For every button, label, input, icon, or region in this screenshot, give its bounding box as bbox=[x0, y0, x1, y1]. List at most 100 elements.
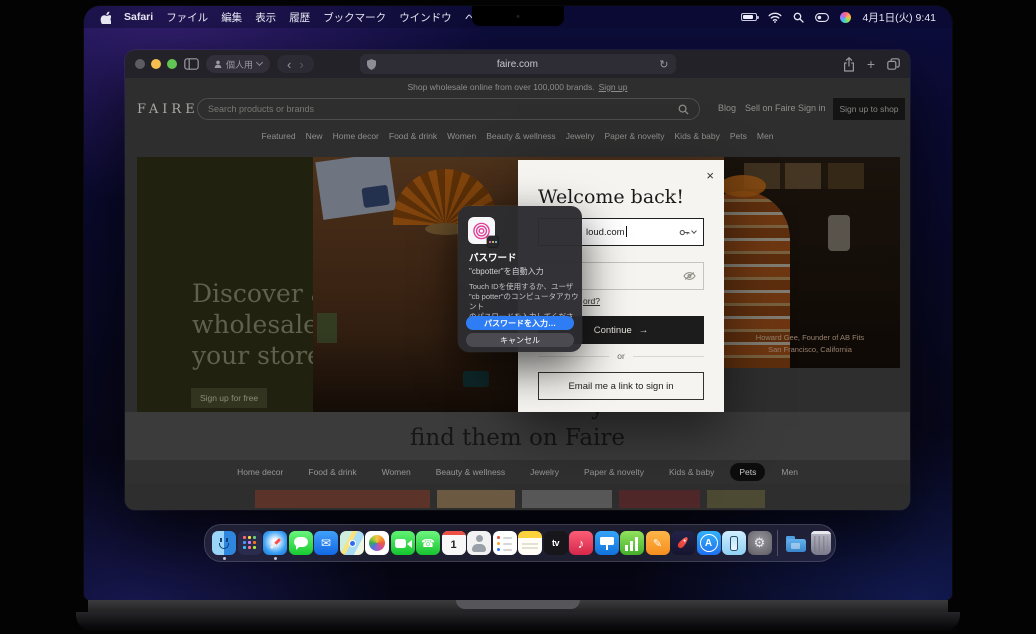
nav-paper-novelty[interactable]: Paper & novelty bbox=[605, 131, 665, 141]
passwords-key-icon[interactable] bbox=[679, 227, 690, 238]
dock-icon-pages[interactable]: ✎ bbox=[646, 531, 670, 555]
apple-menu-icon[interactable] bbox=[100, 11, 111, 24]
nav-jewelry[interactable]: Jewelry bbox=[566, 131, 595, 141]
nav-men[interactable]: Men bbox=[757, 131, 774, 141]
footer-pill-pets-active[interactable]: Pets bbox=[730, 463, 765, 481]
menu-item-file[interactable]: ファイル bbox=[166, 10, 208, 25]
dock-icon-tv[interactable]: tv bbox=[544, 531, 568, 555]
running-indicator-safari bbox=[274, 557, 277, 560]
dock-trash[interactable] bbox=[811, 531, 831, 555]
sign-up-for-free-button[interactable]: Sign up for free bbox=[191, 388, 267, 408]
menu-item-window[interactable]: ウインドウ bbox=[399, 10, 452, 25]
siri-icon[interactable] bbox=[840, 12, 851, 23]
menu-item-safari[interactable]: Safari bbox=[124, 11, 153, 23]
back-button[interactable]: ‹ bbox=[283, 58, 295, 71]
nav-kids-baby[interactable]: Kids & baby bbox=[675, 131, 720, 141]
dock-icon-notes[interactable] bbox=[518, 531, 542, 555]
dock-icon-mail[interactable]: ✉ bbox=[314, 531, 338, 555]
footer-pill-jewelry[interactable]: Jewelry bbox=[521, 463, 568, 481]
enter-password-button[interactable]: パスワードを入力… bbox=[466, 316, 574, 330]
nav-featured[interactable]: Featured bbox=[262, 131, 296, 141]
dock-icon-safari[interactable] bbox=[263, 531, 287, 555]
dock-icon-keynote[interactable] bbox=[595, 531, 619, 555]
dock-icon-maps[interactable] bbox=[340, 531, 364, 555]
reload-icon[interactable]: ↻ bbox=[659, 58, 668, 71]
menu-item-bookmarks[interactable]: ブックマーク bbox=[323, 10, 386, 25]
photo-caption-line2: San Francisco, California bbox=[724, 345, 896, 354]
banner-signup-link[interactable]: Sign up bbox=[599, 82, 628, 92]
sign-up-to-shop-button[interactable]: Sign up to shop bbox=[833, 98, 905, 120]
hero-photo-founder: Howard Gee, Founder of AB Fits San Franc… bbox=[724, 157, 900, 368]
dock-icon-finder[interactable] bbox=[212, 531, 236, 555]
dock-icon-apps-launchpad[interactable] bbox=[238, 531, 262, 555]
nav-women[interactable]: Women bbox=[447, 131, 476, 141]
footer-pill-paper-novelty[interactable]: Paper & novelty bbox=[575, 463, 653, 481]
chevron-down-icon[interactable] bbox=[691, 228, 697, 234]
hero-heading-line3: your store. bbox=[192, 341, 313, 370]
announcement-banner: Shop wholesale online from over 100,000 … bbox=[125, 78, 910, 95]
faire-logo[interactable]: FAIRE bbox=[137, 102, 199, 117]
dock-icon-app-store[interactable]: A bbox=[697, 531, 721, 555]
zoom-window-button[interactable] bbox=[167, 59, 177, 69]
email-link-button[interactable]: Email me a link to sign in bbox=[538, 372, 704, 400]
battery-icon[interactable] bbox=[741, 13, 757, 21]
forgot-password-link-partial[interactable]: ord? bbox=[583, 296, 600, 306]
nav-new[interactable]: New bbox=[306, 131, 323, 141]
sign-in-link[interactable]: Sign in bbox=[798, 103, 826, 113]
nav-food-drink[interactable]: Food & drink bbox=[389, 131, 437, 141]
dock-icon-calendar[interactable]: 1 bbox=[442, 531, 466, 555]
menu-item-history[interactable]: 履歴 bbox=[289, 10, 310, 25]
site-search-input[interactable]: Search products or brands bbox=[197, 98, 700, 120]
show-password-eye-icon[interactable] bbox=[683, 271, 696, 281]
dock-icon-music[interactable]: ♪ bbox=[569, 531, 593, 555]
menu-item-edit[interactable]: 編集 bbox=[221, 10, 242, 25]
control-center-icon[interactable] bbox=[815, 13, 829, 22]
new-tab-icon[interactable]: + bbox=[867, 57, 875, 71]
minimize-window-button[interactable] bbox=[151, 59, 161, 69]
nav-pets[interactable]: Pets bbox=[730, 131, 747, 141]
close-icon[interactable]: × bbox=[706, 168, 714, 183]
banner-text: Shop wholesale online from over 100,000 … bbox=[408, 82, 595, 92]
dock-icon-messages[interactable] bbox=[289, 531, 313, 555]
sidebar-toggle-icon[interactable] bbox=[184, 58, 199, 70]
dock-icon-iphone-mirroring[interactable] bbox=[722, 531, 746, 555]
close-window-button[interactable] bbox=[135, 59, 145, 69]
footer-pill-kids-baby[interactable]: Kids & baby bbox=[660, 463, 723, 481]
dock-icon-reminders[interactable] bbox=[493, 531, 517, 555]
dock-icon-games[interactable] bbox=[671, 531, 695, 555]
share-icon[interactable] bbox=[843, 57, 855, 72]
touch-id-title: パスワード bbox=[469, 250, 517, 264]
dock-icon-numbers[interactable] bbox=[620, 531, 644, 555]
footer-pill-food-drink[interactable]: Food & drink bbox=[299, 463, 365, 481]
laptop-base bbox=[76, 612, 960, 631]
dock-icon-facetime[interactable] bbox=[391, 531, 415, 555]
profile-switcher[interactable]: 個人用 bbox=[206, 55, 270, 73]
sell-on-faire-link[interactable]: Sell on Faire bbox=[745, 103, 796, 113]
nav-beauty-wellness[interactable]: Beauty & wellness bbox=[486, 131, 555, 141]
product-image-partial bbox=[707, 490, 765, 508]
dock-downloads-folder[interactable] bbox=[784, 531, 808, 555]
footer-pill-beauty-wellness[interactable]: Beauty & wellness bbox=[427, 463, 514, 481]
dock-icon-phone[interactable]: ☎ bbox=[416, 531, 440, 555]
footer-pill-men[interactable]: Men bbox=[772, 463, 807, 481]
dock-icon-photos[interactable] bbox=[365, 531, 389, 555]
spotlight-icon[interactable] bbox=[793, 12, 804, 23]
nav-home-decor[interactable]: Home decor bbox=[333, 131, 379, 141]
profile-label: 個人用 bbox=[226, 58, 253, 71]
wifi-icon[interactable] bbox=[768, 12, 782, 23]
footer-pill-women[interactable]: Women bbox=[373, 463, 420, 481]
footer-pill-home-decor[interactable]: Home decor bbox=[228, 463, 292, 481]
cancel-button[interactable]: キャンセル bbox=[466, 333, 574, 347]
touch-id-fingerprint-icon bbox=[468, 217, 495, 244]
address-bar[interactable]: faire.com ↻ bbox=[360, 54, 676, 74]
tab-overview-icon[interactable] bbox=[887, 58, 900, 70]
section-heading: find them on Faire bbox=[125, 425, 910, 451]
tv-logo: tv bbox=[552, 538, 559, 548]
menubar-clock[interactable]: 4月1日(火) 9:41 bbox=[862, 10, 936, 25]
blog-link[interactable]: Blog bbox=[718, 103, 736, 113]
forward-button[interactable]: › bbox=[295, 58, 307, 71]
dock-icon-system-settings[interactable]: ⚙ bbox=[748, 531, 772, 555]
menu-item-view[interactable]: 表示 bbox=[255, 10, 276, 25]
dock-icon-contacts[interactable] bbox=[467, 531, 491, 555]
search-placeholder: Search products or brands bbox=[208, 104, 678, 114]
